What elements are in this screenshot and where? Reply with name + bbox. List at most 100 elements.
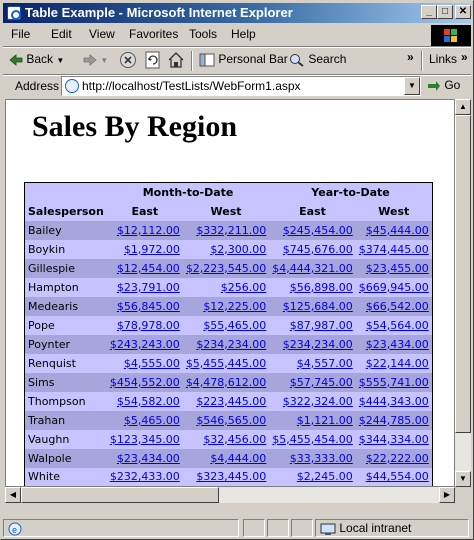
sales-value-link[interactable]: $54,564.00 [366,319,429,332]
sales-value-link[interactable]: $87,987.00 [290,319,353,332]
search-button[interactable]: Search [289,52,346,67]
sales-value-link[interactable]: $5,455,445.00 [186,357,266,370]
sales-value-link[interactable]: $78,978.00 [117,319,180,332]
sales-value-link[interactable]: $444,343.00 [359,395,429,408]
sales-value-link[interactable]: $2,223,545.00 [186,262,266,275]
sales-value-link[interactable]: $322,324.00 [283,395,353,408]
sales-value-link[interactable]: $374,445.00 [359,243,429,256]
sales-value-link[interactable]: $1,972.00 [124,243,180,256]
sales-cell: $23,455.00 [355,258,433,278]
sales-value-link[interactable]: $32,456.00 [203,433,266,446]
salesperson-column-header: Salesperson [24,201,107,221]
sales-value-link[interactable]: $232,433.00 [110,470,180,483]
menu-edit[interactable]: Edit [51,27,72,41]
sales-value-link[interactable]: $223,445.00 [196,395,266,408]
menu-view[interactable]: View [89,27,115,41]
sales-value-link[interactable]: $4,444,321.00 [272,262,352,275]
sales-cell: $54,564.00 [355,315,433,335]
sales-value-link[interactable]: $4,444.00 [210,452,266,465]
sales-value-link[interactable]: $12,225.00 [203,300,266,313]
sales-value-link[interactable]: $244,785.00 [359,414,429,427]
sales-value-link[interactable]: $2,245.00 [297,470,353,483]
sales-value-link[interactable]: $4,557.00 [297,357,353,370]
search-label: Search [308,52,347,66]
sales-value-link[interactable]: $2,300.00 [210,243,266,256]
home-button[interactable] [167,51,185,69]
menu-favorites[interactable]: Favorites [129,27,178,41]
minimize-button[interactable]: _ [421,5,437,19]
sales-value-link[interactable]: $23,434.00 [366,338,429,351]
sales-value-link[interactable]: $4,555.00 [124,357,180,370]
sales-value-link[interactable]: $55,465.00 [203,319,266,332]
sales-value-link[interactable]: $12,112.00 [117,224,180,237]
sales-value-link[interactable]: $234,234.00 [283,338,353,351]
table-row: Bailey $12,112.00 $332,211.00 $245,454.00 $4… [24,220,433,240]
sales-value-link[interactable]: $23,455.00 [366,262,429,275]
address-dropdown-button[interactable]: ▼ [404,77,420,95]
scroll-up-button[interactable]: ▲ [455,99,471,115]
table-row: Sims $454,552.00 $4,478,612.00 $57,745.00 $5… [24,372,433,392]
horizontal-scrollbar[interactable]: ◀ ▶ [5,487,455,503]
toolbar-more-chevron[interactable]: » [407,50,414,64]
back-dropdown-icon[interactable]: ▼ [56,56,64,65]
sales-cell: $454,552.00 [106,372,183,392]
horizontal-scroll-thumb[interactable] [21,487,219,503]
sales-value-link[interactable]: $123,345.00 [110,433,180,446]
sales-value-link[interactable]: $454,552.00 [110,376,180,389]
sales-value-link[interactable]: $66,542.00 [366,300,429,313]
title-bar: Table Example - Microsoft Internet Explo… [3,3,471,23]
sales-value-link[interactable]: $323,445.00 [196,470,266,483]
sales-value-link[interactable]: $22,144.00 [366,357,429,370]
back-button[interactable]: Back ▼ [9,52,64,66]
forward-button[interactable]: ▼ [83,52,108,66]
sales-value-link[interactable]: $243,243.00 [110,338,180,351]
vertical-scroll-thumb[interactable] [455,115,471,433]
sales-value-link[interactable]: $54,582.00 [117,395,180,408]
vertical-scrollbar[interactable]: ▲ ▼ [455,99,471,487]
sales-value-link[interactable]: $256.00 [221,281,267,294]
sales-value-link[interactable]: $56,898.00 [290,281,353,294]
menu-help[interactable]: Help [231,27,256,41]
sales-value-link[interactable]: $546,565.00 [196,414,266,427]
menu-tools[interactable]: Tools [189,27,217,41]
sales-cell: $44,554.00 [355,467,433,486]
sales-value-link[interactable]: $332,211.00 [196,224,266,237]
sales-cell: $23,434.00 [355,334,433,354]
scroll-down-button[interactable]: ▼ [455,471,471,487]
sales-value-link[interactable]: $22,222.00 [366,452,429,465]
salesperson-cell: Poynter [24,334,107,354]
sales-value-link[interactable]: $125,684.00 [283,300,353,313]
sales-value-link[interactable]: $5,455,454.00 [272,433,352,446]
go-button[interactable]: Go [427,78,460,92]
sales-value-link[interactable]: $23,434.00 [117,452,180,465]
sales-value-link[interactable]: $1,121.00 [297,414,353,427]
sales-value-link[interactable]: $4,478,612.00 [186,376,266,389]
sales-value-link[interactable]: $45,444.00 [366,224,429,237]
stop-button[interactable] [119,51,137,69]
personal-bar-button[interactable]: Personal Bar [199,52,288,67]
scroll-right-button[interactable]: ▶ [439,487,455,503]
sales-value-link[interactable]: $669,945.00 [359,281,429,294]
sales-value-link[interactable]: $5,465.00 [124,414,180,427]
sales-value-link[interactable]: $56,845.00 [117,300,180,313]
menu-file[interactable]: File [11,27,30,41]
scroll-left-button[interactable]: ◀ [5,487,21,503]
links-more-chevron[interactable]: » [461,50,468,64]
sales-value-link[interactable]: $344,334.00 [359,433,429,446]
refresh-button[interactable] [145,51,161,69]
links-button[interactable]: Links [429,52,457,66]
close-button[interactable]: ✕ [455,5,471,19]
sales-value-link[interactable]: $57,745.00 [290,376,353,389]
sales-value-link[interactable]: $555,741.00 [359,376,429,389]
sales-value-link[interactable]: $33,333.00 [290,452,353,465]
sales-value-link[interactable]: $12,454.00 [117,262,180,275]
forward-dropdown-icon[interactable]: ▼ [100,56,108,65]
sales-value-link[interactable]: $44,554.00 [366,470,429,483]
sales-value-link[interactable]: $23,791.00 [117,281,180,294]
address-input[interactable]: http://localhost/TestLists/WebForm1.aspx… [61,76,421,96]
maximize-button[interactable]: □ [437,5,453,19]
sales-value-link[interactable]: $234,234.00 [196,338,266,351]
sales-value-link[interactable]: $245,454.00 [283,224,353,237]
table-row: Thompson $54,582.00 $223,445.00 $322,324.00… [24,391,433,411]
sales-value-link[interactable]: $745,676.00 [283,243,353,256]
